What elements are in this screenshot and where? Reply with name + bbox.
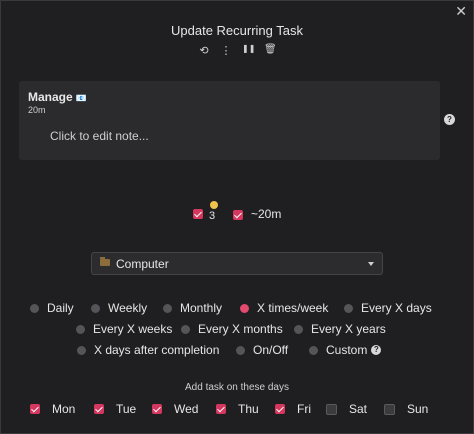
radio-x-days-after-completion[interactable]: X days after completion xyxy=(77,343,219,357)
day-label: Wed xyxy=(174,402,199,416)
day-tue[interactable]: Tue xyxy=(94,402,136,416)
day-label: Tue xyxy=(116,402,137,416)
radio-label: X days after completion xyxy=(94,343,220,357)
priority-checkbox[interactable] xyxy=(193,209,203,219)
day-checkbox[interactable] xyxy=(216,404,226,414)
day-checkbox[interactable] xyxy=(152,404,162,414)
day-label: Sun xyxy=(407,402,429,416)
task-duration: 20m xyxy=(28,105,46,115)
toolbar: ⟲ ⋮ ❚❚ 🗑 xyxy=(0,44,474,57)
radio-dot xyxy=(236,345,245,355)
day-label: Thu xyxy=(238,402,259,416)
day-checkbox[interactable] xyxy=(30,404,40,414)
day-sun[interactable]: Sun xyxy=(384,402,428,416)
radio-dot xyxy=(30,303,39,313)
radio-label: Weekly xyxy=(108,301,148,315)
estimate-checkbox[interactable] xyxy=(233,209,243,220)
folder-icon xyxy=(100,257,110,266)
radio-on-off[interactable]: On/Off xyxy=(236,343,288,357)
radio-label: Monthly xyxy=(180,301,223,315)
radio-every-x-days[interactable]: Every X days xyxy=(344,301,432,315)
day-label: Fri xyxy=(297,402,311,416)
day-label: Sat xyxy=(349,402,368,416)
radio-label: On/Off xyxy=(253,343,289,357)
help-icon[interactable]: ? xyxy=(444,114,455,125)
radio-label: X times/week xyxy=(257,301,329,315)
task-name[interactable]: Manage 📧 xyxy=(28,90,87,104)
radio-dot xyxy=(294,324,303,334)
pause-icon[interactable]: ❚❚ xyxy=(242,44,255,57)
more-vertical-icon[interactable]: ⋮ xyxy=(220,44,232,57)
radio-monthly[interactable]: Monthly xyxy=(163,301,222,315)
radio-dot xyxy=(76,324,85,334)
close-icon[interactable]: ✕ xyxy=(455,3,467,20)
day-wed[interactable]: Wed xyxy=(152,402,198,416)
radio-label: Every X days xyxy=(361,301,432,315)
radio-label: Daily xyxy=(47,301,74,315)
priority-dot-icon[interactable] xyxy=(210,201,218,209)
day-checkbox[interactable] xyxy=(275,404,285,414)
day-sat[interactable]: Sat xyxy=(326,402,367,416)
radio-label: Every X weeks xyxy=(93,322,173,336)
radio-dot xyxy=(91,303,100,313)
radio-dot xyxy=(181,324,190,334)
radio-every-x-weeks[interactable]: Every X weeks xyxy=(76,322,172,336)
task-card: Manage 📧 20m Click to edit note... xyxy=(19,81,440,160)
day-label: Mon xyxy=(52,402,76,416)
radio-x-times-week[interactable]: X times/week xyxy=(240,301,328,315)
email-icon: 📧 xyxy=(75,93,87,103)
estimate-control: ~20m xyxy=(233,207,281,221)
project-select-value: Computer xyxy=(116,257,169,271)
day-fri[interactable]: Fri xyxy=(275,402,311,416)
radio-every-x-years[interactable]: Every X years xyxy=(294,322,386,336)
day-checkbox[interactable] xyxy=(326,403,337,415)
estimate-value[interactable]: ~20m xyxy=(251,207,281,221)
radio-custom[interactable]: Custom? xyxy=(309,343,382,357)
day-checkbox[interactable] xyxy=(94,404,104,414)
day-mon[interactable]: Mon xyxy=(30,402,75,416)
radio-dot xyxy=(344,303,353,313)
radio-daily[interactable]: Daily xyxy=(30,301,74,315)
help-icon[interactable]: ? xyxy=(371,345,382,355)
radio-label: Every X years xyxy=(311,322,386,336)
task-name-text: Manage xyxy=(28,90,73,104)
history-icon[interactable]: ⟲ xyxy=(198,44,210,57)
radio-every-x-months[interactable]: Every X months xyxy=(181,322,283,336)
radio-dot xyxy=(309,345,318,355)
day-thu[interactable]: Thu xyxy=(216,402,259,416)
priority-value: 3 xyxy=(209,210,216,222)
radio-dot xyxy=(163,303,172,313)
trash-icon[interactable]: 🗑 xyxy=(264,44,277,57)
radio-dot xyxy=(77,345,86,355)
radio-dot-selected xyxy=(240,303,249,313)
radio-label: Custom xyxy=(326,343,368,357)
note-editor[interactable]: Click to edit note... xyxy=(50,129,149,143)
radio-label: Every X months xyxy=(198,322,283,336)
days-label: Add task on these days xyxy=(185,382,289,393)
dialog-title: Update Recurring Task xyxy=(171,23,303,38)
project-select[interactable]: Computer xyxy=(91,252,383,275)
chevron-down-icon xyxy=(368,262,374,266)
radio-weekly[interactable]: Weekly xyxy=(91,301,147,315)
day-checkbox[interactable] xyxy=(384,403,395,415)
